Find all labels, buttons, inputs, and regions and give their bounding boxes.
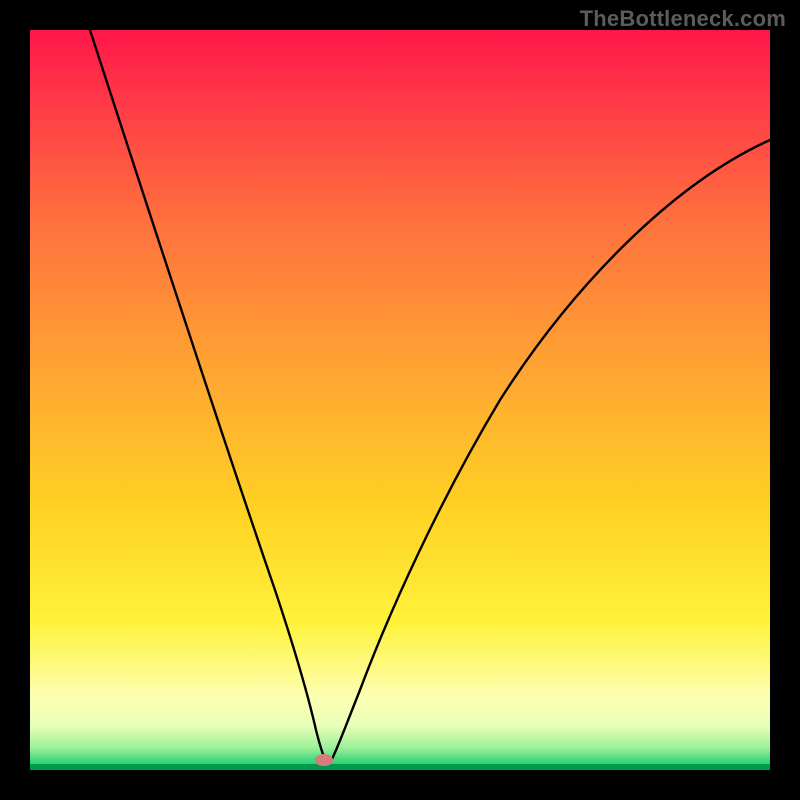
gradient-background [30,30,770,770]
plot-area [30,30,770,770]
watermark-text: TheBottleneck.com [580,6,786,32]
baseline-strip [30,764,770,770]
optimum-marker [315,754,333,766]
chart-frame: TheBottleneck.com [0,0,800,800]
bottleneck-chart [30,30,770,770]
